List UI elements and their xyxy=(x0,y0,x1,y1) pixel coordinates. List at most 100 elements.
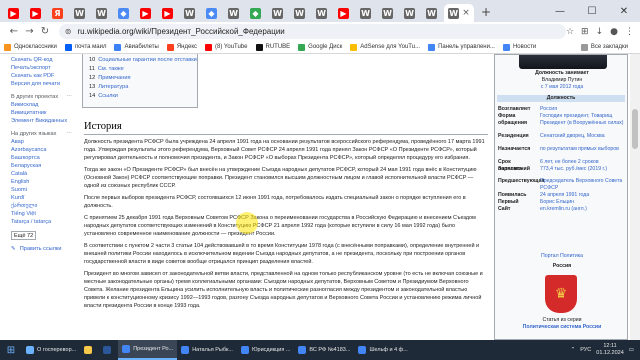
sidebar-language-link[interactable]: Башҡортса xyxy=(11,154,76,162)
sidebar-project-link[interactable]: Викицитатник xyxy=(11,109,76,117)
tab-close-icon[interactable]: × xyxy=(462,8,470,18)
download-icon[interactable]: ↓ xyxy=(596,27,604,37)
infobox-value[interactable]: 773,4 тыс. руб./мес (2019 г.) xyxy=(540,166,626,173)
browser-tab[interactable]: W xyxy=(356,4,375,22)
extensions-icon[interactable]: ⊞ xyxy=(581,27,589,37)
taskbar-app[interactable]: Наталья Рыбк... xyxy=(177,340,237,360)
browser-tab[interactable]: W xyxy=(70,4,89,22)
more-languages-button[interactable]: Ещё 72 xyxy=(11,231,37,240)
browser-tab[interactable]: W xyxy=(378,4,397,22)
toc-link[interactable]: Литература xyxy=(98,84,128,90)
browser-tab[interactable]: W xyxy=(180,4,199,22)
notifications-icon[interactable]: ▭ xyxy=(629,347,634,353)
bookmark-item[interactable]: Панель управлени... xyxy=(428,43,495,51)
sidebar-language-link[interactable]: English xyxy=(11,178,76,186)
president-photo[interactable] xyxy=(519,55,607,69)
language-indicator[interactable]: РУС xyxy=(580,347,591,353)
browser-tab[interactable]: W xyxy=(268,4,287,22)
bookmark-item[interactable]: RUTUBE xyxy=(255,43,290,51)
bookmark-item[interactable]: Все закладки xyxy=(580,43,628,51)
taskbar-app[interactable]: Юрисдикция ... xyxy=(237,340,294,360)
sidebar-language-link[interactable]: Suomi xyxy=(11,186,76,194)
browser-tab[interactable]: W xyxy=(312,4,331,22)
taskbar-app[interactable]: Президент Ро... xyxy=(118,340,178,360)
browser-tab[interactable]: ▶ xyxy=(26,4,45,22)
toc-link[interactable]: См. также xyxy=(98,66,124,72)
sidebar-language-link[interactable]: Tatarça / tatarça xyxy=(11,218,76,226)
infobox-value[interactable]: Сенатский дворец, Москва xyxy=(540,133,626,140)
browser-tab[interactable]: W xyxy=(224,4,243,22)
infobox-value[interactable]: Господин президент, Товарищ Президент (в… xyxy=(540,113,626,126)
bookmark-item[interactable]: почта маил xyxy=(64,43,106,51)
toc-item[interactable]: 10 Социальные гарантии после отставки xyxy=(89,56,197,65)
bookmark-item[interactable]: Одноклассники xyxy=(4,43,57,51)
sidebar-language-link[interactable]: Беларуская xyxy=(11,162,76,170)
sidebar-tool-link[interactable]: Скачать QR-код xyxy=(11,56,76,64)
star-icon[interactable]: ☆ xyxy=(566,27,574,37)
address-bar[interactable]: ⊚ ru.wikipedia.org/wiki/Президент_Россий… xyxy=(58,24,566,39)
browser-tab[interactable]: ▶ xyxy=(158,4,177,22)
browser-tab[interactable]: W xyxy=(290,4,309,22)
bookmark-item[interactable]: Авиабилеты xyxy=(114,43,159,51)
sidebar-tool-link[interactable]: Скачать как PDF xyxy=(11,72,76,80)
portal-link[interactable]: Портал Политика xyxy=(495,253,629,260)
toc-item[interactable]: 11 См. также xyxy=(89,65,191,74)
toc-link[interactable]: Ссылки xyxy=(98,93,118,99)
bookmark-item[interactable]: Новости xyxy=(502,43,536,51)
infobox-value[interactable]: Борис Ельцин xyxy=(540,199,626,206)
infobox-value[interactable]: 24 апреля 1991 года xyxy=(540,192,626,199)
sidebar-tool-link[interactable]: Версия для печати xyxy=(11,80,76,88)
infobox-value[interactable]: Россия xyxy=(540,106,626,113)
taskbar-app[interactable]: Шельф и 4 ф... xyxy=(354,340,411,360)
sidebar-language-link[interactable]: ქართული xyxy=(11,202,76,210)
bookmark-item[interactable]: (8) YouTube xyxy=(205,43,248,51)
tray-chevron-icon[interactable]: ⌃ xyxy=(571,347,576,353)
scroll-thumb[interactable] xyxy=(632,109,638,149)
close-icon[interactable]: ✕ xyxy=(608,6,640,17)
bookmark-item[interactable]: Яндекс xyxy=(166,43,197,51)
series-title[interactable]: Политическая система России xyxy=(495,324,629,331)
infobox-value[interactable]: Председатель Верховного Совета РСФСР xyxy=(540,178,626,191)
bookmark-item[interactable]: AdSense для YouTu... xyxy=(350,43,420,51)
back-icon[interactable]: ← xyxy=(6,26,22,37)
browser-tab[interactable]: ▶ xyxy=(4,4,23,22)
infobox-value[interactable]: по результатам прямых выборов xyxy=(540,146,626,153)
minimize-icon[interactable]: — xyxy=(544,6,576,17)
toc-link[interactable]: Социальные гарантии после отставки xyxy=(98,57,197,63)
toc-link[interactable]: Примечания xyxy=(98,75,130,81)
sidebar-project-link[interactable]: Элемент Викиданных xyxy=(11,117,76,125)
coat-of-arms-icon[interactable]: ♛ xyxy=(545,275,577,313)
page-scrollbar[interactable] xyxy=(630,54,640,340)
sidebar-language-link[interactable]: Català xyxy=(11,170,76,178)
toc-item[interactable]: 12 Примечания xyxy=(89,74,191,83)
maximize-icon[interactable]: ☐ xyxy=(576,6,608,17)
clock[interactable]: 12:11 01.12.2024 xyxy=(596,343,624,357)
forward-icon[interactable]: → xyxy=(22,26,38,37)
sidebar-project-link[interactable]: Викисклад xyxy=(11,101,76,109)
sidebar-language-link[interactable]: Tiếng Việt xyxy=(11,210,76,218)
edit-links-link[interactable]: Править ссылки xyxy=(20,245,62,253)
infobox-value[interactable]: en.kremlin.ru (англ.) xyxy=(540,206,626,213)
browser-tab[interactable]: Я xyxy=(48,4,67,22)
taskbar-app[interactable]: О госперевор... xyxy=(22,340,80,360)
new-tab-icon[interactable]: + xyxy=(481,5,491,19)
sidebar-language-link[interactable]: Авар xyxy=(11,138,76,146)
bookmark-item[interactable]: Google Диск xyxy=(298,43,342,51)
reload-icon[interactable]: ↻ xyxy=(37,26,53,37)
sidebar-language-link[interactable]: Kurdî xyxy=(11,194,76,202)
taskbar-app[interactable] xyxy=(99,340,118,360)
browser-tab[interactable]: ◆ xyxy=(202,4,221,22)
infobox-caption-since[interactable]: с 7 мая 2012 года xyxy=(495,84,629,91)
start-icon[interactable]: ⊞ xyxy=(0,340,22,360)
browser-tab[interactable]: W xyxy=(400,4,419,22)
browser-tab[interactable]: W xyxy=(422,4,441,22)
sidebar-tool-link[interactable]: Печать/экспорт xyxy=(11,64,76,72)
browser-tab[interactable]: ◆ xyxy=(246,4,265,22)
taskbar-app[interactable]: ВС РФ №4183... xyxy=(294,340,354,360)
sidebar-language-link[interactable]: Azərbaycanca xyxy=(11,146,76,154)
taskbar-app[interactable] xyxy=(80,340,99,360)
browser-tab[interactable]: W xyxy=(92,4,111,22)
site-info-icon[interactable]: ⊚ xyxy=(65,27,72,36)
toc-item[interactable]: 14 Ссылки xyxy=(89,92,191,101)
browser-tab[interactable]: ◆ xyxy=(114,4,133,22)
